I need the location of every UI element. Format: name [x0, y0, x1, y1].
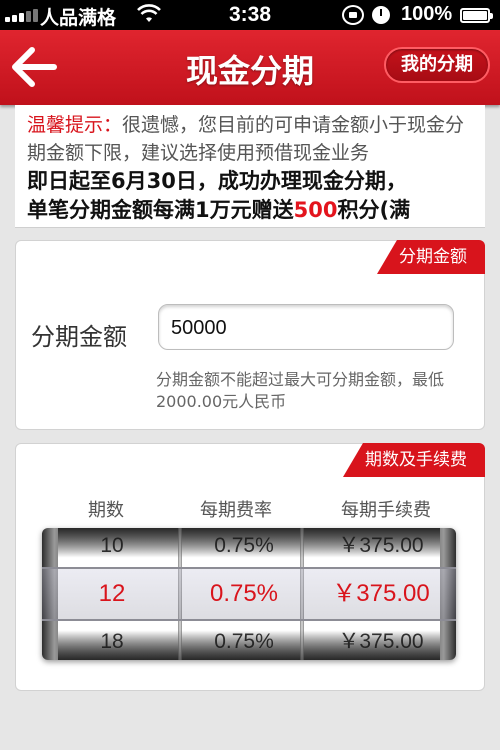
installment-picker[interactable]: 10 0.75% ￥375.00 12 0.75% ￥375.00 18 0.7… [42, 528, 456, 660]
fee-section-tab: 期数及手续费 [343, 443, 485, 477]
header-periods: 期数 [88, 500, 124, 521]
amount-card: 分期金额 分期金额 50000 分期金额不能超过最大可分期金额，最低2000.0… [15, 240, 485, 430]
fee-card: 期数及手续费 期数 每期费率 每期手续费 10 0.75% ￥375.00 12… [15, 443, 485, 691]
promo-suffix: 积分(满 [337, 198, 411, 222]
alarm-icon [372, 6, 390, 24]
promo-text: 单笔分期金额每满1万元赠送 [27, 198, 294, 222]
picker-row[interactable]: 10 0.75% ￥375.00 [42, 528, 456, 568]
amount-input[interactable]: 50000 [158, 304, 454, 350]
header-fee: 每期手续费 [341, 500, 431, 521]
row-periods: 10 [100, 534, 124, 557]
my-installments-button[interactable]: 我的分期 [384, 47, 490, 83]
row-periods: 18 [100, 630, 124, 653]
promo-points-highlight: 500 [293, 198, 338, 222]
amount-hint: 分期金额不能超过最大可分期金额，最低2000.00元人民币 [156, 370, 445, 411]
amount-field-label: 分期金额 [31, 323, 127, 351]
row-fee: ￥375.00 [338, 534, 424, 557]
row-fee: ￥375.00 [338, 630, 424, 653]
row-fee: ￥375.00 [332, 580, 430, 607]
amount-section-tab: 分期金额 [377, 240, 485, 274]
picker-row[interactable]: 18 0.75% ￥375.00 [42, 620, 456, 660]
row-rate: 0.75% [214, 534, 274, 557]
row-rate: 0.75% [209, 580, 279, 607]
notice-banner: 温馨提示：很遗憾，您目前的可申请金额小于现金分期金额下限，建议选择使用预借现金业… [15, 105, 485, 228]
notice-label: 温馨提示： [27, 114, 123, 136]
status-bar: 人品满格 3:38 100% [0, 0, 500, 30]
battery-percent: 100% [401, 3, 453, 25]
header-rate: 每期费率 [200, 500, 272, 521]
promo-line-2: 单笔分期金额每满1万元赠送500积分(满 [27, 196, 473, 225]
navigation-bar: 现金分期 我的分期 [0, 30, 500, 105]
battery-icon [460, 8, 493, 23]
rotation-lock-icon [342, 5, 364, 25]
row-periods: 12 [98, 580, 126, 607]
picker-row-selected[interactable]: 12 0.75% ￥375.00 [42, 572, 456, 616]
promo-line-1: 即日起至6月30日，成功办理现金分期， [27, 169, 407, 193]
row-rate: 0.75% [214, 630, 274, 653]
